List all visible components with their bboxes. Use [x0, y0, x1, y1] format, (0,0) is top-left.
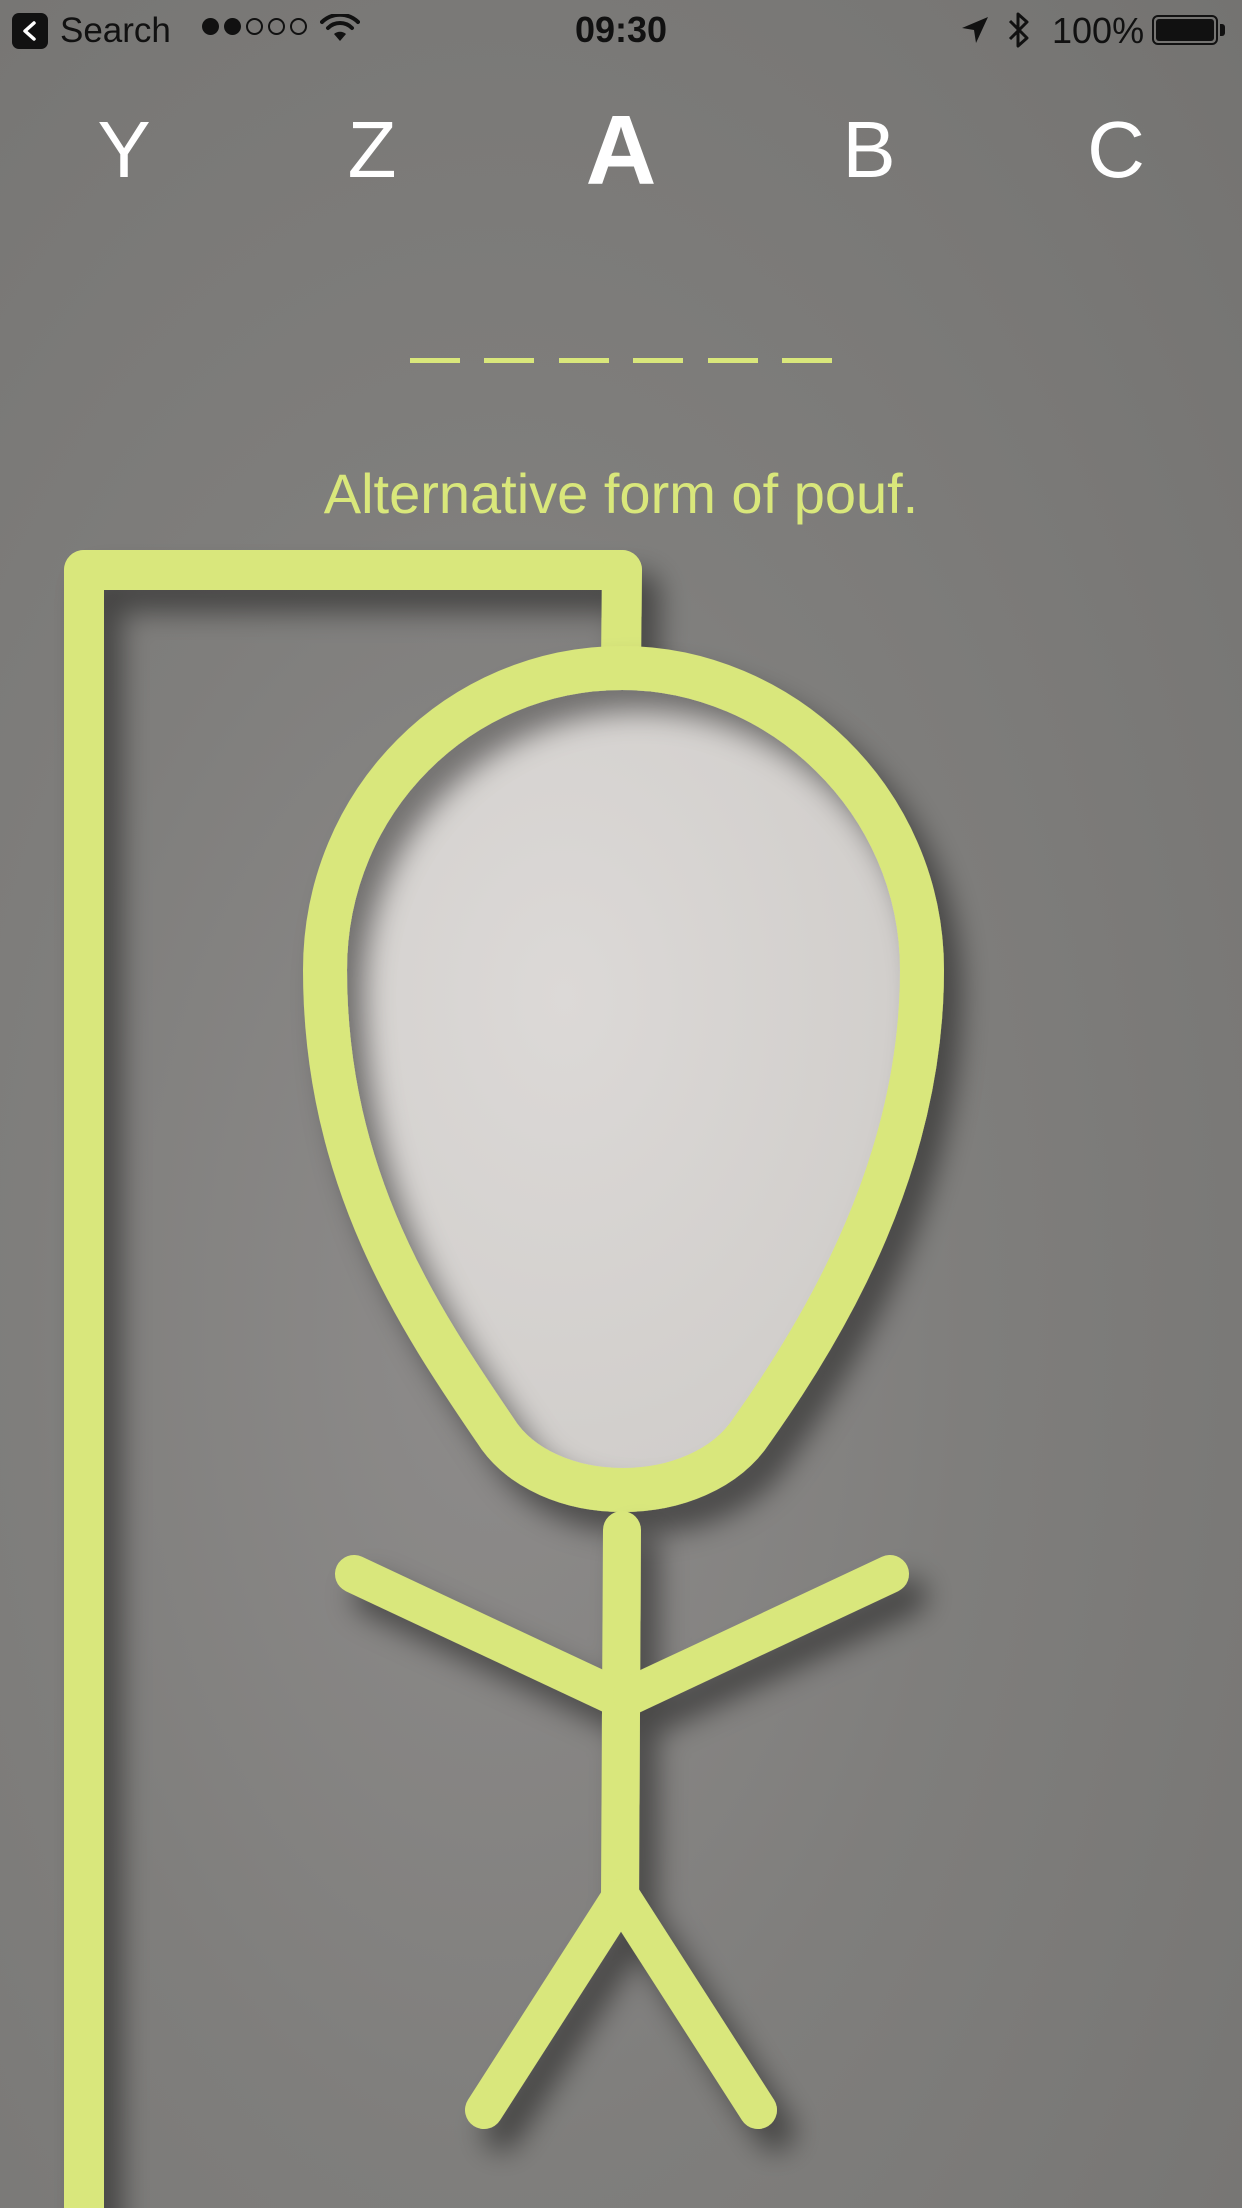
- hangman-left-arm: [335, 1555, 631, 1714]
- hangman-drawing: [64, 550, 945, 2208]
- hangman-body: [601, 1511, 641, 1917]
- hangman-right-leg: [603, 1879, 777, 2129]
- hangman-right-arm: [613, 1555, 909, 1714]
- hangman-left-leg: [465, 1879, 639, 2129]
- hangman-head: [325, 668, 922, 1490]
